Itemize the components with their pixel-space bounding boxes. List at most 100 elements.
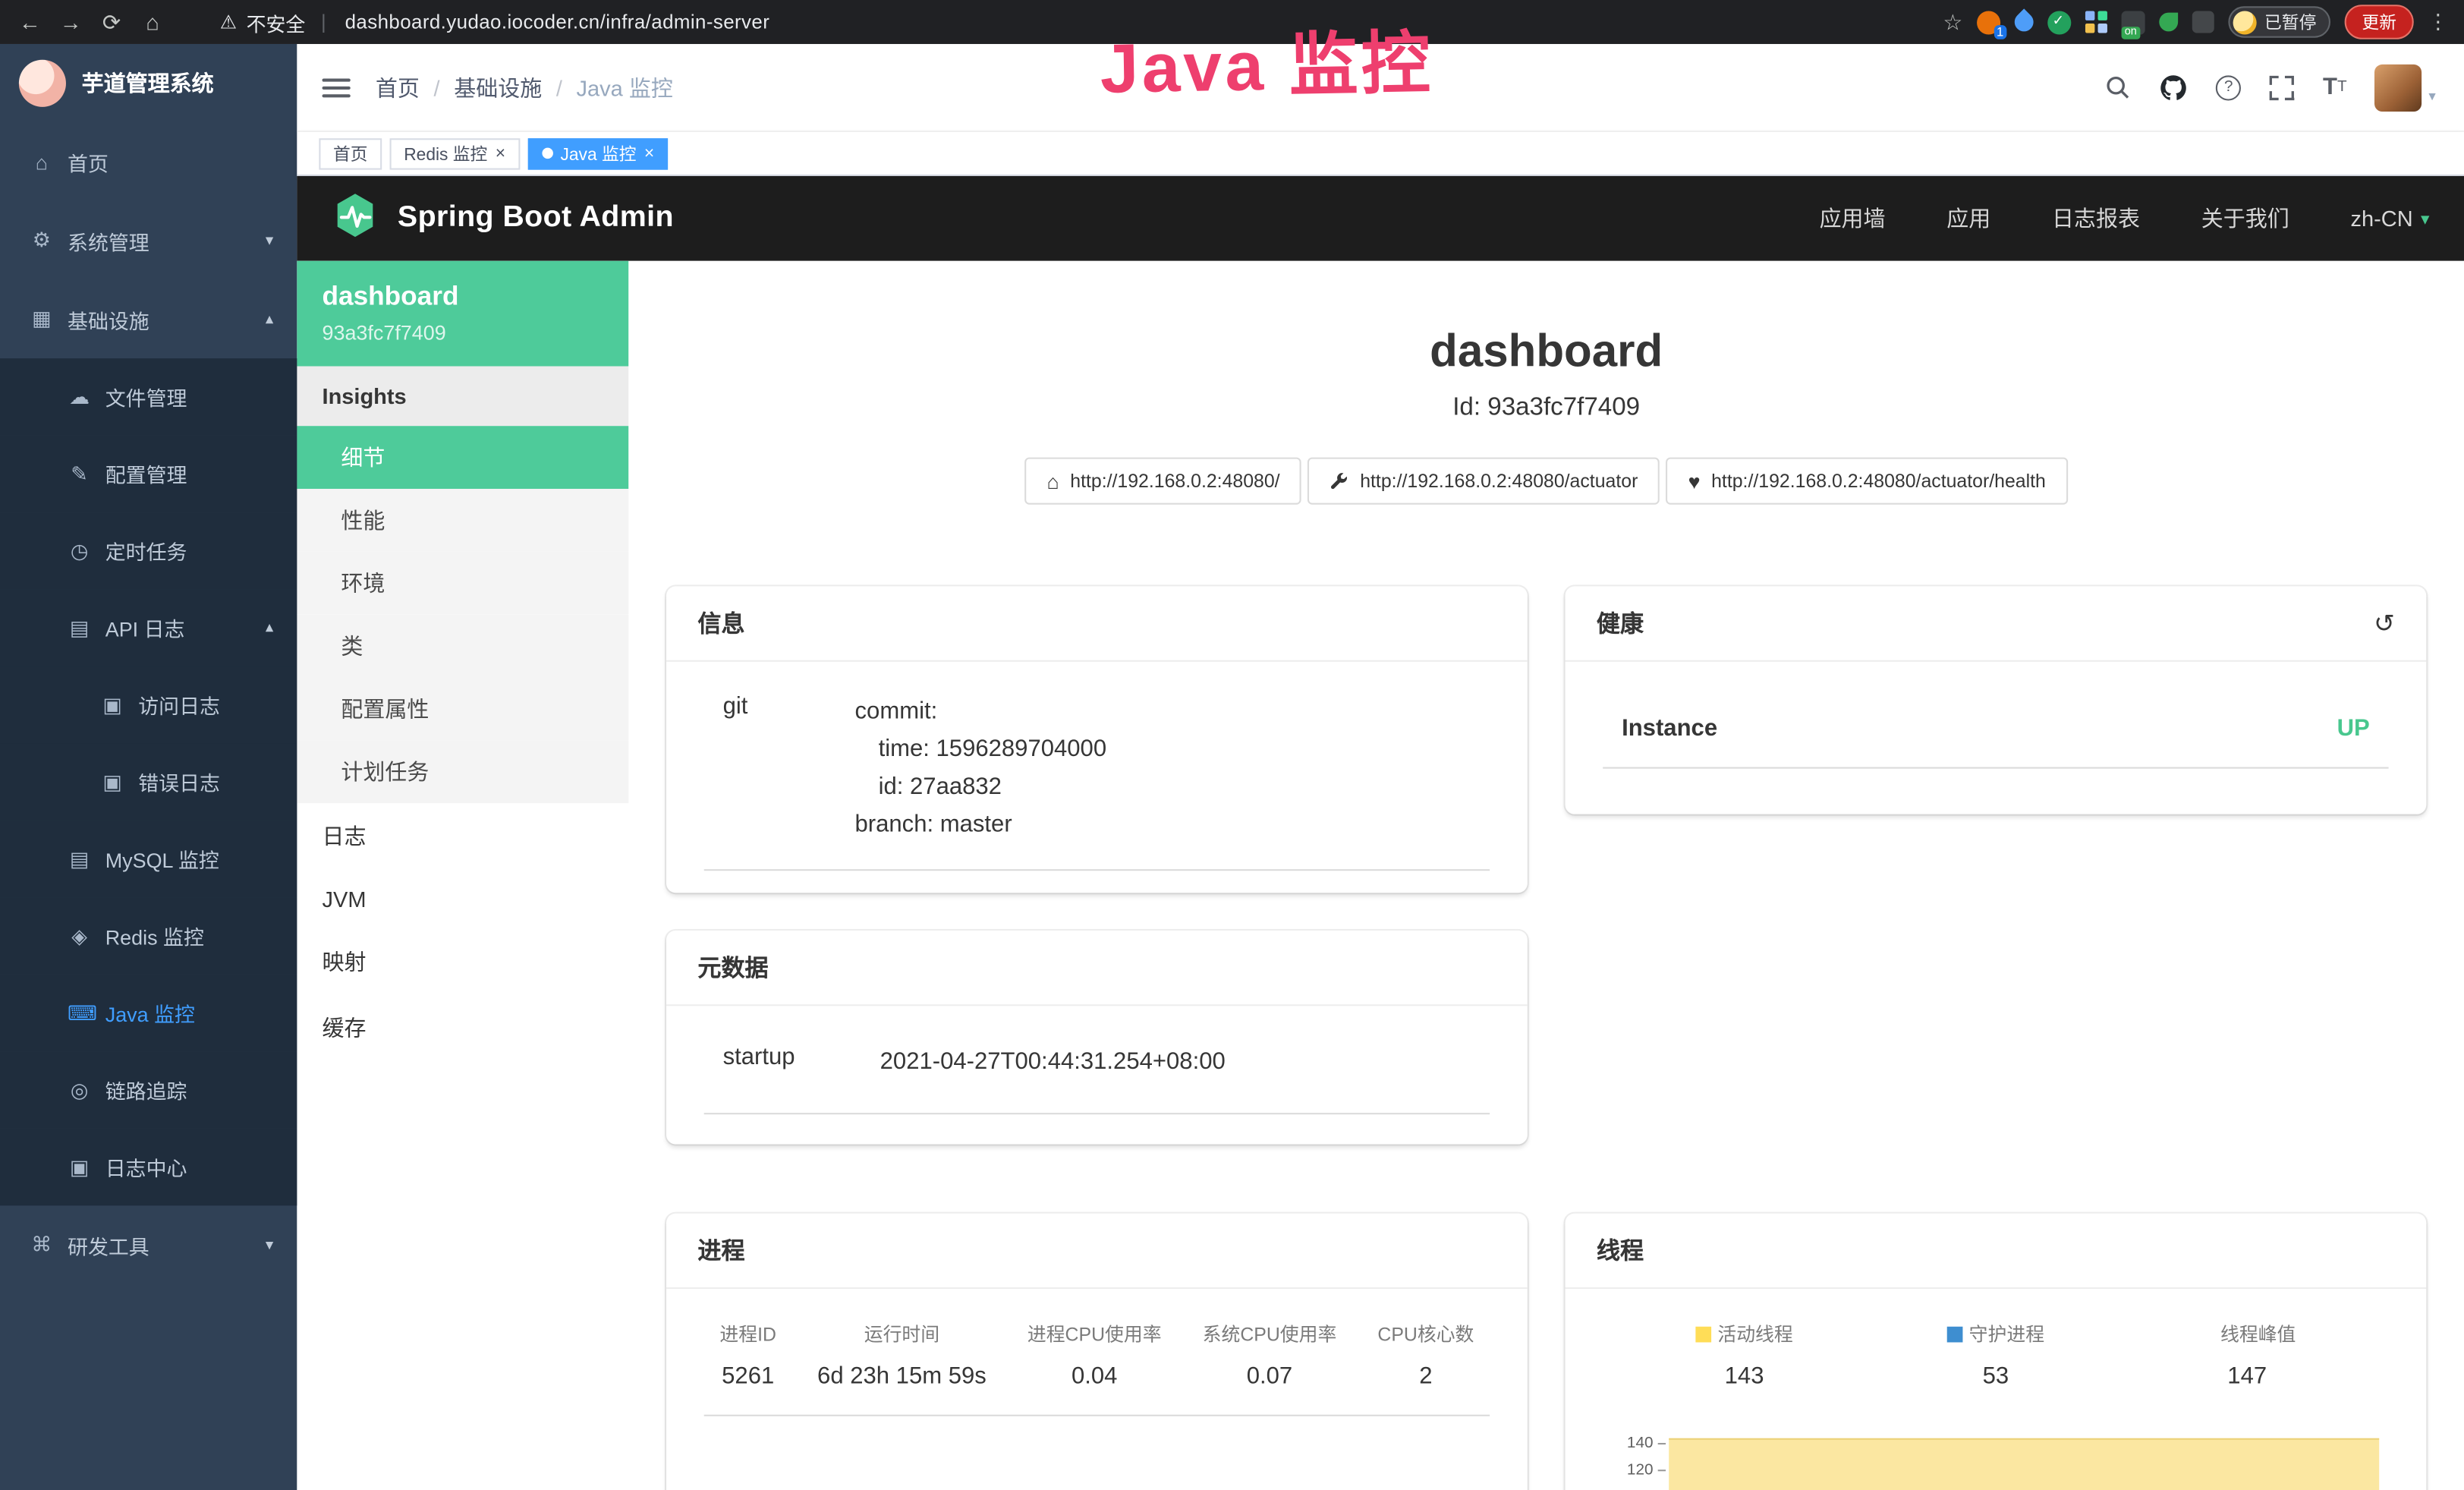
endpoint-health-link[interactable]: ♥ http://192.168.0.2:48080/actuator/heal… bbox=[1666, 458, 2068, 505]
close-icon[interactable]: × bbox=[496, 143, 505, 162]
sba-nav-about[interactable]: 关于我们 bbox=[2201, 203, 2289, 234]
sba-logo-icon[interactable] bbox=[332, 191, 379, 246]
sidebar-item-label: API 日志 bbox=[105, 613, 185, 643]
doc-icon: ▣ bbox=[101, 770, 124, 795]
side-section-caches[interactable]: 缓存 bbox=[297, 995, 628, 1061]
sidebar-item-jobs[interactable]: ◷ 定时任务 bbox=[0, 512, 297, 589]
stat-daemon-threads: 守护进程 53 bbox=[1947, 1320, 2044, 1389]
sidebar-item-home[interactable]: ⌂ 首页 bbox=[0, 123, 297, 202]
extension-on-icon[interactable]: on bbox=[2122, 10, 2145, 33]
side-item-environment[interactable]: 环境 bbox=[297, 552, 628, 615]
help-icon[interactable]: ? bbox=[2216, 74, 2241, 99]
sba-language-select[interactable]: zh-CN ▾ bbox=[2350, 206, 2429, 231]
sba-body: dashboard 93a3fc7f7409 Insights 细节 性能 环境… bbox=[297, 261, 2464, 1490]
chevron-down-icon: ▾ bbox=[266, 232, 273, 249]
chrome-update-button[interactable]: 更新 bbox=[2345, 5, 2414, 39]
sidebar-item-label: 基础设施 bbox=[68, 304, 149, 334]
hamburger-icon[interactable] bbox=[323, 78, 351, 97]
extension-grid-icon[interactable] bbox=[2085, 11, 2107, 33]
user-avatar[interactable]: ▾ bbox=[2375, 64, 2436, 111]
back-icon[interactable]: ← bbox=[16, 9, 44, 34]
instance-header[interactable]: dashboard 93a3fc7f7409 bbox=[297, 261, 628, 367]
live-threads-area bbox=[1669, 1438, 2379, 1490]
font-size-icon[interactable]: TT bbox=[2323, 74, 2347, 100]
side-section-mappings[interactable]: 映射 bbox=[297, 929, 628, 995]
app-logo-row[interactable]: 芋道管理系统 bbox=[0, 44, 297, 123]
bookmark-star-icon[interactable]: ☆ bbox=[1943, 8, 1962, 35]
stat-process-cpu: 进程CPU使用率 0.04 bbox=[1027, 1320, 1162, 1389]
sidebar-item-label: 错误日志 bbox=[138, 767, 220, 797]
extension-check-icon[interactable] bbox=[2047, 10, 2071, 33]
sidebar-item-config[interactable]: ✎ 配置管理 bbox=[0, 436, 297, 512]
info-value: commit: time: 1596289704000 id: 27aa832 … bbox=[855, 693, 1107, 844]
sidebar-item-mysql[interactable]: ▤ MySQL 监控 bbox=[0, 821, 297, 897]
breadcrumb-home[interactable]: 首页 bbox=[376, 71, 420, 102]
endpoint-actuator-link[interactable]: http://192.168.0.2:48080/actuator bbox=[1308, 458, 1660, 505]
cards-grid: 信息 git commit: time: 1596289704000 id: 2… bbox=[666, 586, 2426, 1490]
sidebar-item-error-log[interactable]: ▣ 错误日志 bbox=[0, 743, 297, 820]
sidebar-item-infra[interactable]: ▦ 基础设施 ▴ bbox=[0, 280, 297, 359]
extension-orange-icon[interactable]: 1 bbox=[1977, 10, 2000, 33]
address-bar[interactable]: dashboard.yudao.iocoder.cn/infra/admin-s… bbox=[345, 11, 770, 33]
sidebar-item-system[interactable]: ⚙ 系统管理 ▾ bbox=[0, 201, 297, 280]
search-icon[interactable] bbox=[2104, 74, 2131, 100]
sidebar-item-dev-tools[interactable]: ⌘ 研发工具 ▾ bbox=[0, 1205, 297, 1284]
metadata-card: 元数据 startup 2021-04-27T00:44:31.254+08:0… bbox=[666, 931, 1528, 1145]
reload-icon[interactable]: ⟳ bbox=[97, 8, 125, 35]
endpoint-url: http://192.168.0.2:48080/actuator bbox=[1360, 470, 1638, 492]
main-column: 首页 / 基础设施 / Java 监控 ? TT ▾ bbox=[297, 44, 2464, 1490]
warning-icon: ⚠ bbox=[220, 11, 237, 33]
sidebar-item-access-log[interactable]: ▣ 访问日志 bbox=[0, 666, 297, 743]
sba-brand[interactable]: Spring Boot Admin bbox=[398, 201, 674, 236]
metadata-row-startup: startup 2021-04-27T00:44:31.254+08:00 bbox=[704, 1016, 1490, 1114]
side-section-logs[interactable]: 日志 bbox=[297, 803, 628, 869]
chart-plot-area bbox=[1669, 1430, 2379, 1490]
site-security[interactable]: ⚠ 不安全 | bbox=[220, 7, 332, 36]
side-item-classes[interactable]: 类 bbox=[297, 615, 628, 678]
sidebar-item-log-center[interactable]: ▣ 日志中心 bbox=[0, 1129, 297, 1205]
side-item-details[interactable]: 细节 bbox=[297, 426, 628, 489]
endpoint-links: ⌂ http://192.168.0.2:48080/ http://192.1… bbox=[666, 458, 2426, 505]
extension-drop-icon[interactable] bbox=[2011, 8, 2038, 35]
home-icon[interactable]: ⌂ bbox=[138, 9, 166, 34]
fullscreen-icon[interactable] bbox=[2270, 74, 2295, 99]
home-icon: ⌂ bbox=[30, 150, 53, 174]
tab-redis-monitor[interactable]: Redis 监控 × bbox=[390, 137, 520, 169]
close-icon[interactable]: × bbox=[644, 143, 654, 162]
instance-name: dashboard bbox=[323, 282, 604, 313]
sidebar-item-trace[interactable]: ◎ 链路追踪 bbox=[0, 1051, 297, 1128]
process-stats: 进程ID 5261 运行时间 6d 23h 15m 59s bbox=[704, 1298, 1490, 1416]
sba-nav-wallboard[interactable]: 应用墙 bbox=[1820, 203, 1886, 234]
sidebar-item-java-monitor[interactable]: ⌨ Java 监控 bbox=[0, 975, 297, 1051]
forward-icon[interactable]: → bbox=[57, 9, 85, 34]
doc-icon: ▣ bbox=[68, 1155, 91, 1180]
extension-leaf-icon[interactable] bbox=[2159, 13, 2178, 32]
side-item-scheduled-tasks[interactable]: 计划任务 bbox=[297, 740, 628, 803]
breadcrumb-infra[interactable]: 基础设施 bbox=[454, 71, 542, 102]
github-icon[interactable] bbox=[2160, 73, 2188, 101]
side-item-metrics[interactable]: 性能 bbox=[297, 489, 628, 552]
browser-toolbar-right: ☆ 1 on 已暂停 更新 ⋮ bbox=[1943, 5, 2448, 39]
info-key: git bbox=[704, 693, 855, 844]
sba-nav-applications[interactable]: 应用 bbox=[1946, 203, 1990, 234]
threads-chart: 140 120 100 bbox=[1603, 1430, 2388, 1490]
stat-cpu-cores: CPU核心数 2 bbox=[1377, 1320, 1474, 1389]
profile-paused-pill[interactable]: 已暂停 bbox=[2228, 6, 2330, 37]
tab-home[interactable]: 首页 bbox=[319, 137, 382, 169]
profile-avatar bbox=[2233, 10, 2257, 33]
sba-nav-journal[interactable]: 日志报表 bbox=[2052, 203, 2140, 234]
sidebar-item-api-log[interactable]: ▤ API 日志 ▴ bbox=[0, 590, 297, 666]
tab-java-monitor[interactable]: Java 监控 × bbox=[527, 137, 669, 169]
sidebar-item-redis[interactable]: ◈ Redis 监控 bbox=[0, 897, 297, 974]
history-icon[interactable]: ↺ bbox=[2374, 607, 2395, 638]
side-item-config-props[interactable]: 配置属性 bbox=[297, 678, 628, 741]
admin-sidebar: 芋道管理系统 ⌂ 首页 ⚙ 系统管理 ▾ ▦ 基础设施 ▴ ☁ 文件管理 ✎ bbox=[0, 44, 297, 1490]
endpoint-base-link[interactable]: ⌂ http://192.168.0.2:48080/ bbox=[1024, 458, 1301, 505]
browser-menu-icon[interactable]: ⋮ bbox=[2428, 9, 2448, 34]
doc-icon: ▣ bbox=[101, 692, 124, 717]
sidebar-item-files[interactable]: ☁ 文件管理 bbox=[0, 358, 297, 435]
gear-icon: ⚙ bbox=[30, 228, 53, 253]
breadcrumb-separator: / bbox=[434, 74, 440, 99]
side-section-jvm[interactable]: JVM bbox=[297, 869, 628, 929]
extensions-puzzle-icon[interactable] bbox=[2192, 11, 2214, 33]
